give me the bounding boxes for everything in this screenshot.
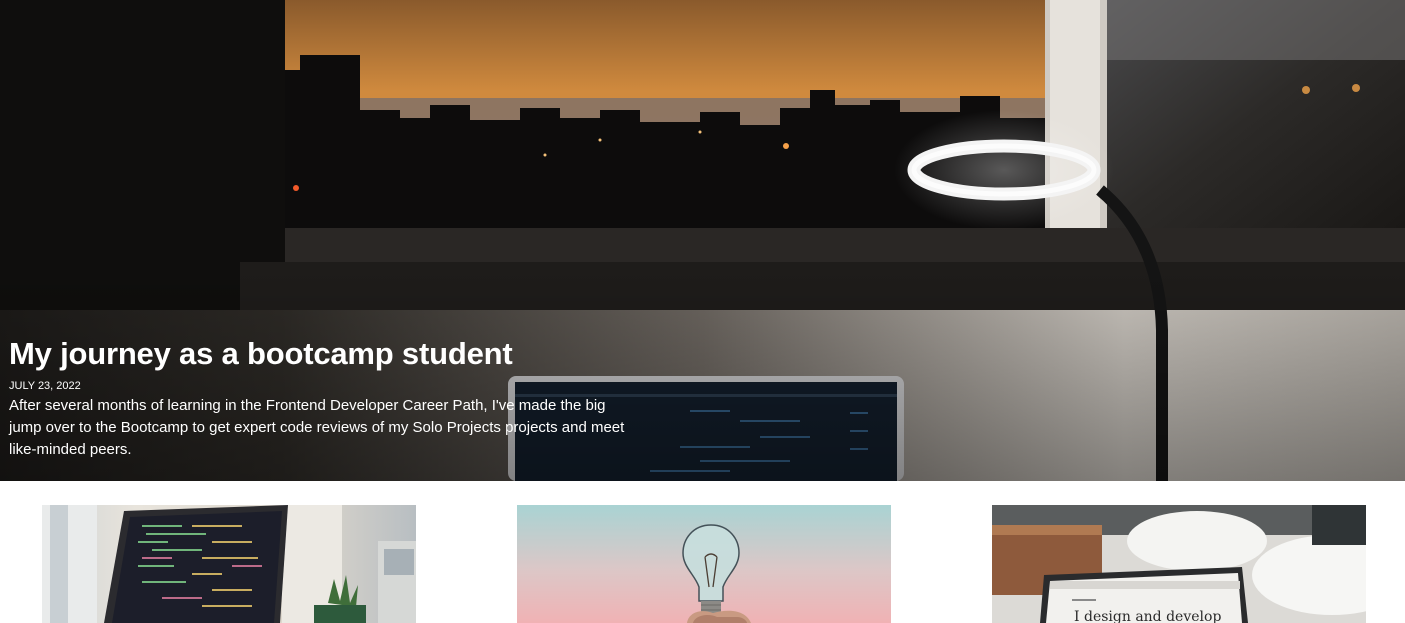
post-card-1-image [42, 505, 416, 623]
post-card-3[interactable]: I design and develop [992, 505, 1366, 623]
post-card-1[interactable] [42, 505, 416, 623]
post-card-3-screen-text: I design and develop [1074, 609, 1221, 623]
hero-text-block: My journey as a bootcamp student JULY 23… [9, 334, 649, 461]
post-cards-grid: I design and develop [0, 481, 1405, 623]
post-card-3-image: I design and develop [992, 505, 1366, 623]
hero-excerpt: After several months of learning in the … [9, 397, 625, 458]
hero-title[interactable]: My journey as a bootcamp student [9, 334, 649, 374]
post-card-2[interactable] [517, 505, 891, 623]
hero-date: JULY 23, 2022 [9, 380, 81, 392]
hero-post[interactable]: My journey as a bootcamp student JULY 23… [0, 0, 1405, 481]
post-card-2-image [517, 505, 891, 623]
